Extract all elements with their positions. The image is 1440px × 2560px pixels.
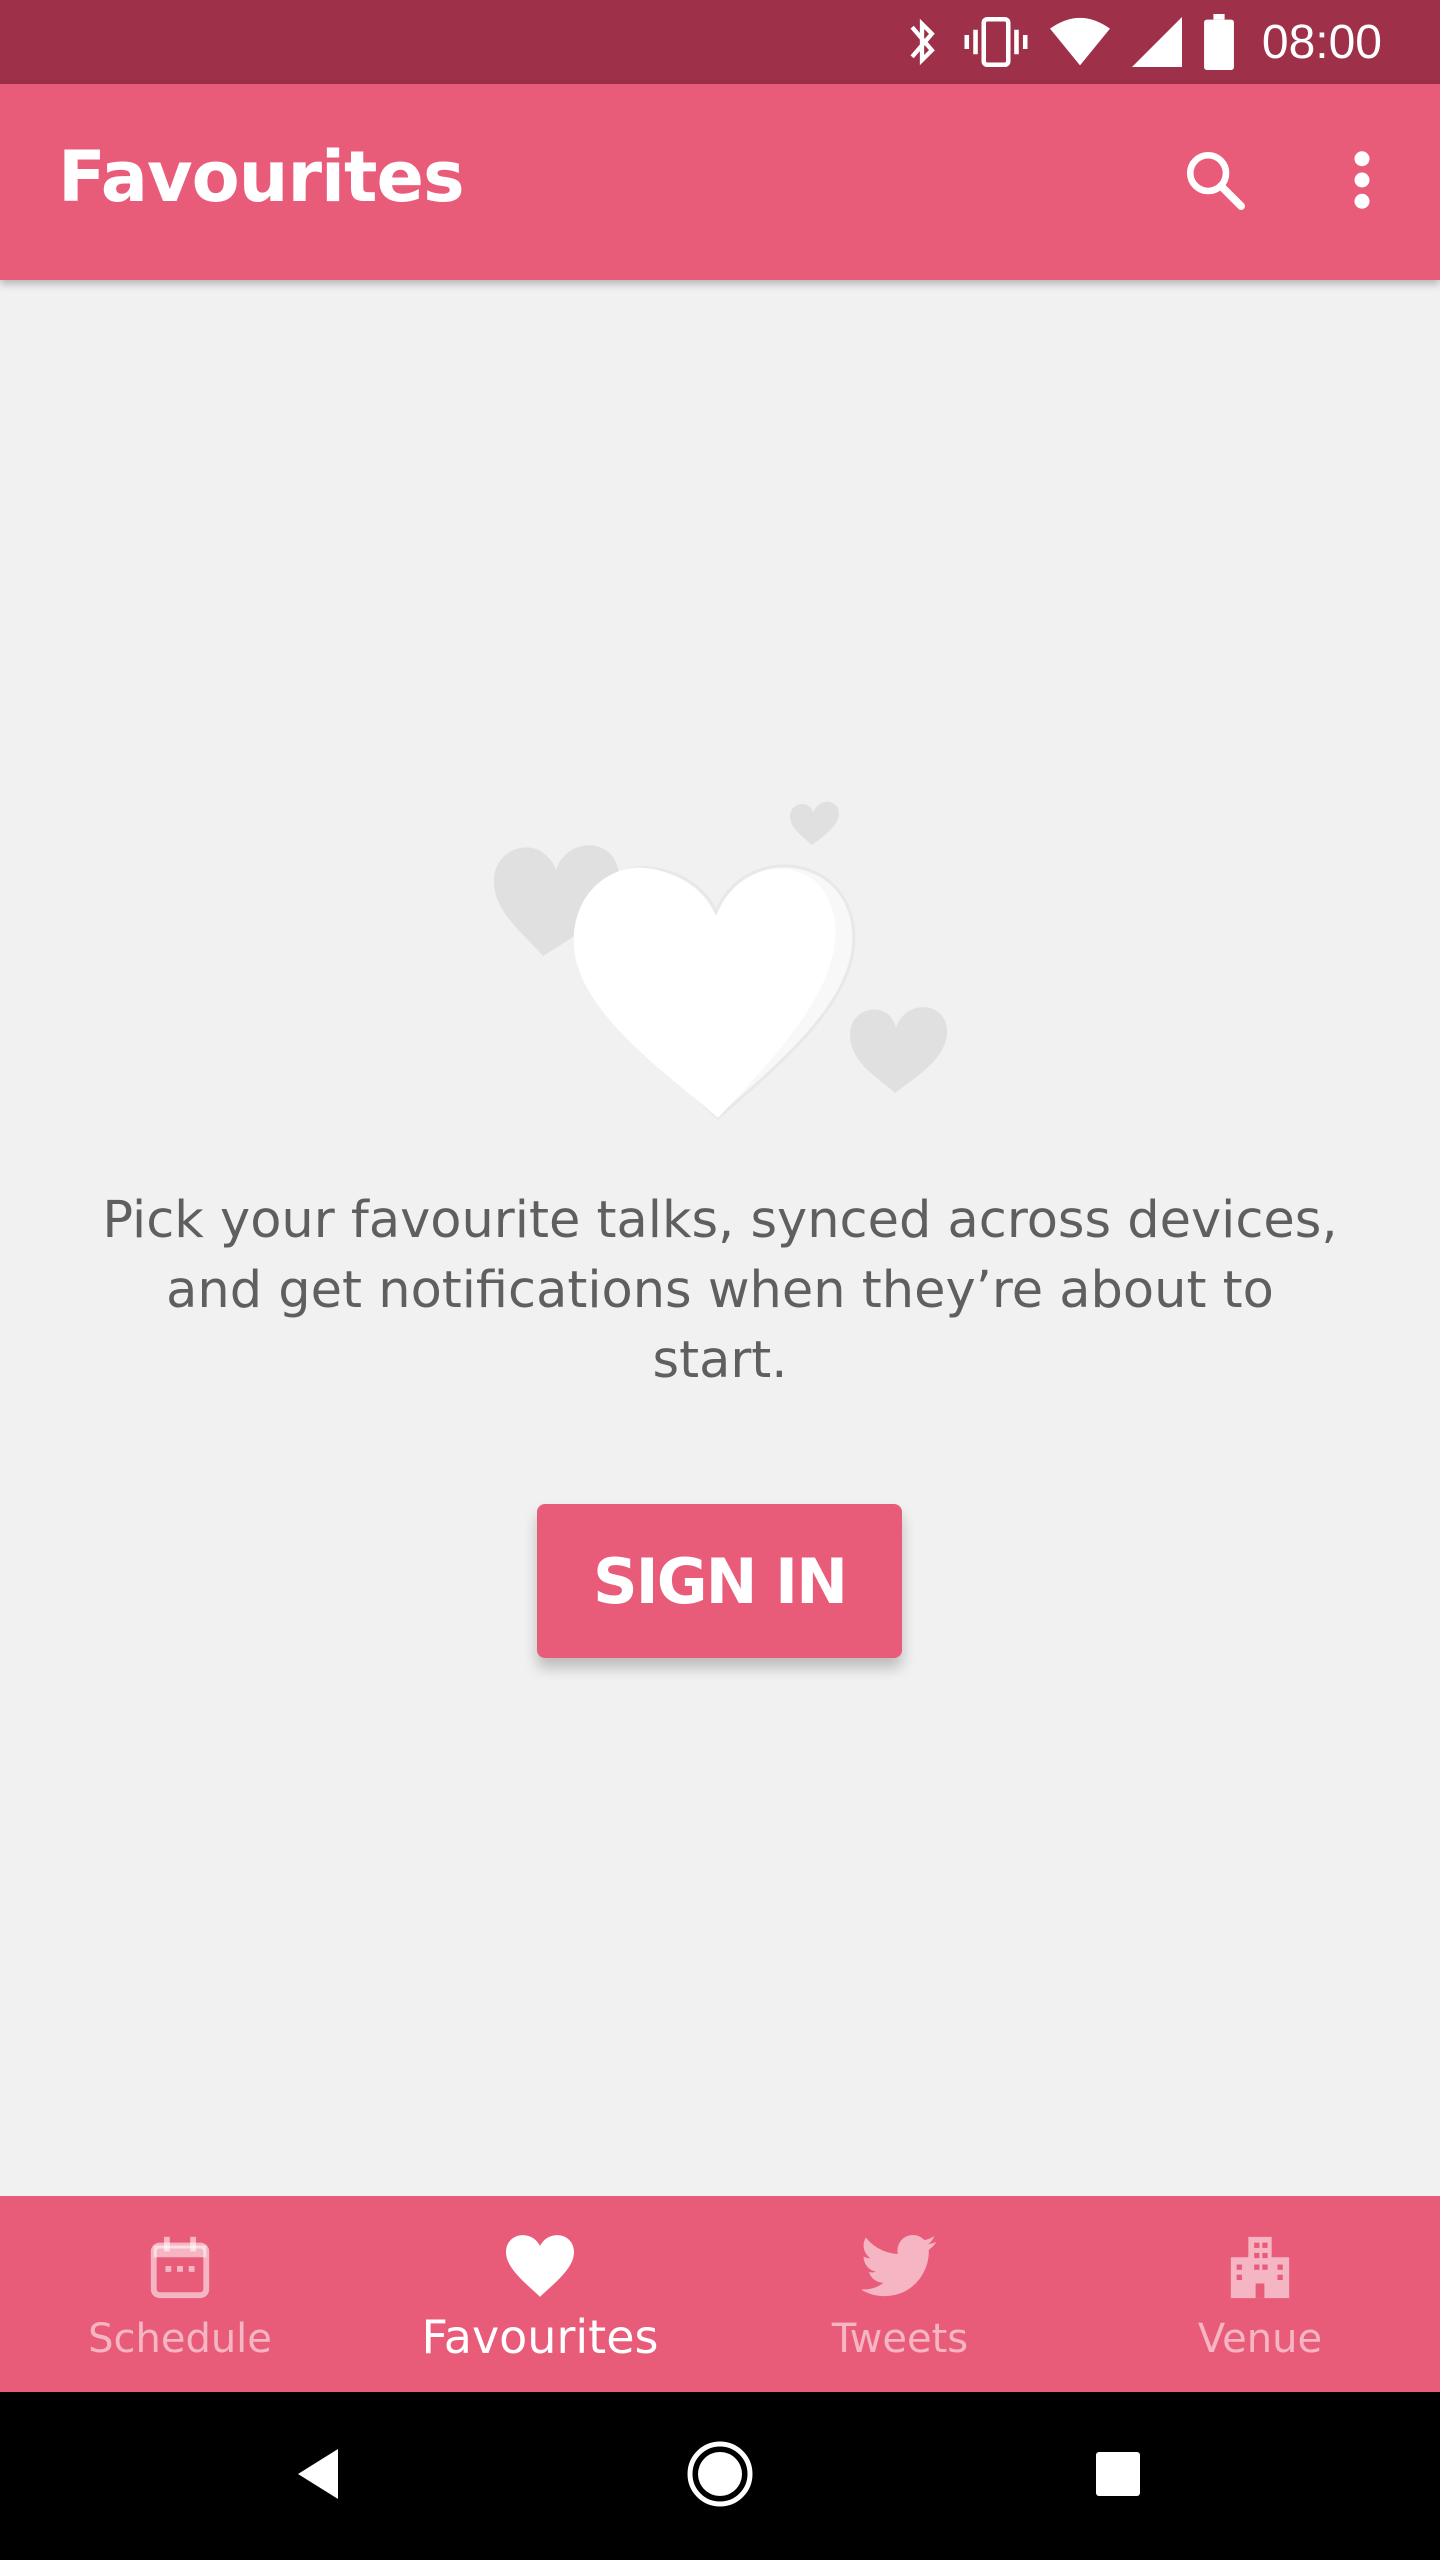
more-options-button[interactable] [1312,132,1412,232]
status-bar: 08:00 [0,0,1440,84]
heart-icon [500,2226,580,2306]
nav-item-tweets[interactable]: Tweets [720,2196,1080,2392]
calendar-icon [140,2226,220,2306]
battery-icon [1203,14,1234,70]
app-bar: Favourites [0,84,1440,280]
page-title: Favourites [58,136,465,218]
wifi-icon [1049,17,1110,67]
nav-label-tweets: Tweets [831,2316,969,2362]
nav-label-schedule: Schedule [88,2316,272,2362]
status-icons: 08:00 [902,0,1382,84]
nav-label-favourites: Favourites [421,2310,659,2364]
status-time: 08:00 [1261,15,1382,69]
nav-item-venue[interactable]: Venue [1080,2196,1440,2392]
search-icon [1182,147,1248,217]
hearts-illustration [480,780,960,1140]
system-navigation-bar [0,2392,1440,2560]
home-icon [685,2439,755,2513]
nav-label-venue: Venue [1197,2316,1323,2362]
vibrate-icon [964,14,1028,70]
bottom-navigation: Schedule Favourites Tweets Venue [0,2196,1440,2392]
nav-item-favourites[interactable]: Favourites [360,2196,720,2392]
cell-signal-icon [1131,17,1182,67]
back-button[interactable] [270,2426,370,2526]
empty-state-message: Pick your favourite talks, synced across… [102,1191,1338,1390]
sign-in-button[interactable]: SIGN IN [537,1504,902,1658]
nav-item-schedule[interactable]: Schedule [0,2196,360,2392]
bluetooth-icon [902,14,942,70]
building-icon [1220,2226,1300,2306]
back-icon [298,2449,342,2503]
search-button[interactable] [1165,132,1265,232]
home-button[interactable] [670,2426,770,2526]
twitter-bird-icon [860,2226,940,2306]
more-vert-icon [1352,150,1372,214]
recents-button[interactable] [1068,2426,1168,2526]
recents-icon [1096,2452,1140,2500]
